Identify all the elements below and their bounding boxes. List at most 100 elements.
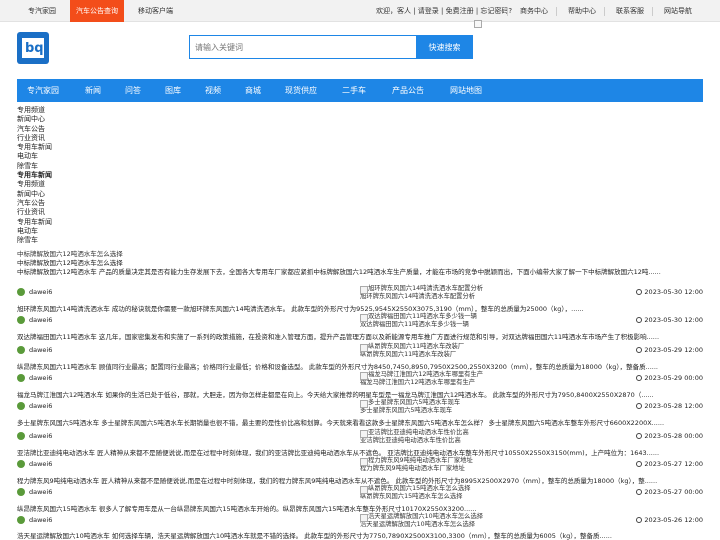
article-title[interactable]: 浩天星运牌解放国六10吨洒水车怎么选择: [360, 521, 620, 529]
avatar[interactable]: [17, 288, 25, 296]
article-title[interactable]: 程力牌东风9吨纯电动洒水车厂家地址: [360, 465, 620, 473]
author-name[interactable]: dawei6: [29, 346, 52, 355]
article-date: 2023-05-27 12:00: [636, 460, 703, 469]
list-item[interactable]: 行业资讯: [17, 134, 217, 143]
article-date: 2023-05-30 12:00: [636, 288, 703, 297]
list-item[interactable]: 汽车公告: [17, 199, 217, 208]
clock-icon: [636, 433, 643, 439]
article-thumbnail[interactable]: 旭环牌东风国六14吨清洗洒水车配置分析 旭环牌东风国六14吨清洗洒水车配置分析: [360, 285, 620, 301]
avatar[interactable]: [17, 316, 25, 324]
thumbnail-alt: 多士星牌东风国六5吨洒水车现车: [360, 399, 620, 408]
list-item[interactable]: 除雪车: [17, 236, 217, 245]
author-name[interactable]: dawei6: [29, 432, 52, 441]
site-nav-link[interactable]: 网站导航: [664, 0, 692, 22]
article-title[interactable]: 纵昂牌东风国六11吨洒水车改装厂: [360, 351, 620, 359]
list-item[interactable]: 行业资讯: [17, 208, 217, 217]
date-text: 2023-05-29 12:00: [644, 346, 703, 354]
list-item[interactable]: 专用频道: [17, 106, 217, 115]
article-thumbnail[interactable]: 纵昂牌东风国六15吨洒水车怎么选择 纵昂牌东风国六15吨洒水车怎么选择: [360, 485, 620, 501]
article-title[interactable]: 亚洁牌比亚迪纯电动洒水车性价比高: [360, 437, 620, 445]
article-title[interactable]: 双达牌福田国六11吨洒水车多少钱一辆: [360, 321, 620, 329]
article-thumbnail[interactable]: 纵昂牌东风国六11吨洒水车改装厂 纵昂牌东风国六11吨洒水车改装厂: [360, 343, 620, 359]
article-summary: 多士星牌东风国六5吨洒水车 多士星牌东风国六5吨洒水车长期销量也很不错，最主要的…: [17, 419, 665, 427]
avatar[interactable]: [17, 488, 25, 496]
site-logo[interactable]: bq: [17, 32, 49, 64]
date-text: 2023-05-27 00:00: [644, 488, 703, 496]
list-item[interactable]: 新闻中心: [17, 190, 217, 199]
author-name[interactable]: dawei6: [29, 488, 52, 497]
search-button[interactable]: 快速搜索: [416, 35, 473, 59]
tab-home[interactable]: 专汽家园: [28, 0, 56, 22]
article-date: 2023-05-30 12:00: [636, 316, 703, 325]
author-name[interactable]: dawei6: [29, 316, 52, 325]
article-thumbnail[interactable]: 亚洁牌比亚迪纯电动洒水车性价比高 亚洁牌比亚迪纯电动洒水车性价比高: [360, 429, 620, 445]
article-date: 2023-05-28 12:00: [636, 402, 703, 411]
avatar[interactable]: [17, 516, 25, 524]
date-text: 2023-05-29 00:00: [644, 374, 703, 382]
article-title[interactable]: 福龙马牌江淮国六12吨洒水车哪里有生产: [360, 379, 620, 387]
clock-icon: [636, 347, 643, 353]
nav-item-stock[interactable]: 现货供应: [285, 79, 317, 102]
avatar[interactable]: [17, 402, 25, 410]
article-date: 2023-05-28 00:00: [636, 432, 703, 441]
featured-image-alt[interactable]: 中标牌解放国六12吨洒水车怎么选择: [17, 250, 707, 259]
article-thumbnail[interactable]: 程力牌东风9吨纯电动洒水车厂家地址 程力牌东风9吨纯电动洒水车厂家地址: [360, 457, 620, 473]
author-name[interactable]: dawei6: [29, 402, 52, 411]
channel-list: 专用频道 新闻中心 汽车公告 行业资讯 专用车新闻 电动车 除雪车 专用车新闻 …: [17, 106, 217, 245]
article-title[interactable]: 多士星牌东风国六5吨洒水车现车: [360, 407, 620, 415]
date-text: 2023-05-26 12:00: [644, 516, 703, 524]
avatar[interactable]: [17, 460, 25, 468]
article-thumbnail[interactable]: 双达牌福田国六11吨洒水车多少钱一辆 双达牌福田国六11吨洒水车多少钱一辆: [360, 313, 620, 329]
thumbnail-alt: 纵昂牌东风国六11吨洒水车改装厂: [360, 343, 620, 352]
divider: [507, 7, 508, 16]
list-item[interactable]: 专用车新闻: [17, 143, 217, 152]
author-name[interactable]: dawei6: [29, 288, 52, 297]
list-item[interactable]: 专用频道: [17, 180, 217, 189]
nav-item-news[interactable]: 新闻: [85, 79, 101, 102]
nav-item-qa[interactable]: 问答: [125, 79, 141, 102]
help-center-link[interactable]: 帮助中心: [568, 0, 596, 22]
top-bar: 专汽家园 汽车公告查询 移动客户端 欢迎，客人 | 请登录 | 免费注册 | 忘…: [0, 0, 720, 22]
article-title[interactable]: 纵昂牌东风国六15吨洒水车怎么选择: [360, 493, 620, 501]
author-name[interactable]: dawei6: [29, 460, 52, 469]
clock-icon: [636, 489, 643, 495]
nav-item-mall[interactable]: 商城: [245, 79, 261, 102]
search-input[interactable]: [189, 35, 417, 59]
avatar[interactable]: [17, 374, 25, 382]
featured-description: 中标牌解放国六12吨洒水车 产品的质量决定其是否有能力生存发展下去，全国各大专用…: [17, 268, 661, 276]
avatar[interactable]: [17, 346, 25, 354]
list-item[interactable]: 除雪车: [17, 162, 217, 171]
nav-item-home[interactable]: 专汽家园: [27, 79, 59, 102]
nav-item-used-cars[interactable]: 二手车: [342, 79, 366, 102]
logo-glyph: bq: [25, 41, 44, 56]
author-name[interactable]: dawei6: [29, 516, 52, 525]
list-item[interactable]: 电动车: [17, 152, 217, 161]
article-thumbnail[interactable]: 浩天星运牌解放国六10吨洒水车怎么选择 浩天星运牌解放国六10吨洒水车怎么选择: [360, 513, 620, 529]
article-thumbnail[interactable]: 福龙马牌江淮国六12吨洒水车哪里有生产 福龙马牌江淮国六12吨洒水车哪里有生产: [360, 371, 620, 387]
clock-icon: [636, 517, 643, 523]
list-item[interactable]: 新闻中心: [17, 115, 217, 124]
nav-item-sitemap[interactable]: 网站地图: [450, 79, 482, 102]
clock-icon: [636, 317, 643, 323]
business-center-link[interactable]: 商务中心: [520, 0, 548, 22]
article-title[interactable]: 旭环牌东风国六14吨清洗洒水车配置分析: [360, 293, 620, 301]
tab-announcement-query[interactable]: 汽车公告查询: [70, 0, 124, 22]
login-links[interactable]: 欢迎，客人 | 请登录 | 免费注册 | 忘记密码?: [376, 0, 512, 22]
list-item[interactable]: 汽车公告: [17, 125, 217, 134]
thumbnail-alt: 旭环牌东风国六14吨清洗洒水车配置分析: [360, 285, 620, 294]
avatar[interactable]: [17, 432, 25, 440]
featured-title[interactable]: 中标牌解放国六12吨洒水车怎么选择: [17, 259, 707, 268]
list-item[interactable]: 专用车新闻: [17, 218, 217, 227]
article-thumbnail[interactable]: 多士星牌东风国六5吨洒水车现车 多士星牌东风国六5吨洒水车现车: [360, 399, 620, 415]
article-date: 2023-05-27 00:00: [636, 488, 703, 497]
tab-mobile-client[interactable]: 移动客户端: [138, 0, 173, 22]
nav-item-video[interactable]: 视频: [205, 79, 221, 102]
author-name[interactable]: dawei6: [29, 374, 52, 383]
divider: [556, 7, 557, 16]
date-text: 2023-05-30 12:00: [644, 316, 703, 324]
nav-item-announcements[interactable]: 产品公告: [392, 79, 424, 102]
list-item[interactable]: 电动车: [17, 227, 217, 236]
thumbnail-alt: 双达牌福田国六11吨洒水车多少钱一辆: [360, 313, 620, 322]
nav-item-gallery[interactable]: 图库: [165, 79, 181, 102]
contact-support-link[interactable]: 联系客服: [616, 0, 644, 22]
